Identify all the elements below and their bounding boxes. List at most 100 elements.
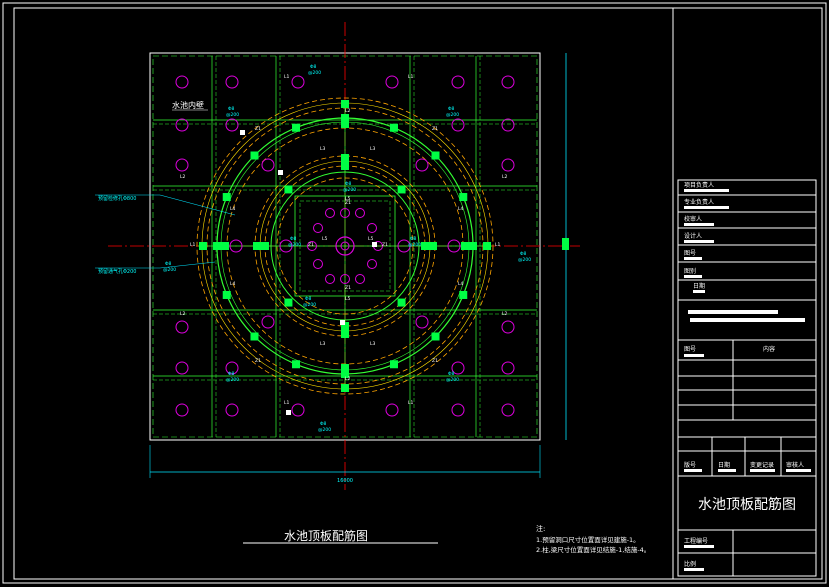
rebar-label: Φ8 <box>410 236 417 242</box>
beam-label: L1 <box>408 74 414 80</box>
inner-border <box>13 7 823 580</box>
tb-col-drawing-no: 图号 <box>684 346 696 353</box>
column <box>292 123 301 132</box>
hatch-square <box>240 130 245 135</box>
column <box>292 360 301 369</box>
tb-col-content: 内容 <box>763 345 775 353</box>
tb-rev-date: 日期 <box>718 461 730 469</box>
beam-label: L1 <box>408 400 414 406</box>
rebar-label: Φ8 <box>310 64 317 70</box>
tb-project-no: 工程编号 <box>684 537 708 545</box>
rebar-spacing: @200 <box>226 377 239 383</box>
hatch-square <box>286 410 291 415</box>
column-label: Z1 <box>255 126 261 132</box>
beam-label: L2 <box>502 311 508 317</box>
opening-circle-inner <box>367 223 377 233</box>
opening-circle <box>225 403 239 417</box>
column <box>341 162 349 170</box>
beam-label: L5 <box>368 236 374 242</box>
column <box>431 151 440 160</box>
tb-row-6: 日期 <box>693 282 705 290</box>
beam-label: L2 <box>180 311 186 317</box>
beam-label: L2 <box>502 174 508 180</box>
opening-circle <box>501 320 515 334</box>
beam-label: L5 <box>345 296 351 302</box>
opening-circle <box>261 158 275 172</box>
opening-circle <box>225 75 239 89</box>
column-label: Z1 <box>255 358 261 364</box>
tb-row-0: 项目负责人 <box>684 181 714 189</box>
column <box>421 242 429 250</box>
inner-wall-label: 水池内壁 <box>172 100 204 110</box>
rebar-label: Φ8 <box>228 371 235 377</box>
note-1: 1.预留洞口尺寸位置面详见建施-1。 <box>536 535 640 544</box>
tb-row-3: 设计人 <box>684 232 702 240</box>
beam-label: L4 <box>458 281 464 287</box>
column-axis <box>483 242 491 250</box>
column <box>250 332 259 341</box>
column <box>389 360 398 369</box>
opening-circle <box>385 403 399 417</box>
rebar-spacing: @200 <box>408 242 421 248</box>
opening-circle <box>501 361 515 375</box>
note-2: 2.柱,梁尺寸位置面详见结施-1,结施-4。 <box>536 545 650 554</box>
beam-label: L1 <box>495 242 501 248</box>
column-axis <box>461 242 469 250</box>
rebar-label: Φ8 <box>320 421 327 427</box>
rebar-spacing: @200 <box>226 112 239 118</box>
notes-heading: 注: <box>536 524 545 533</box>
rebar-label: Φ8 <box>448 106 455 112</box>
opening-circle <box>501 118 515 132</box>
opening-circle <box>451 118 465 132</box>
tb-row-4: 图号 <box>684 250 696 257</box>
tb-drawing-name: 水池顶板配筋图 <box>698 496 796 513</box>
drawing-title: 水池顶板配筋图 <box>284 528 368 543</box>
opening-circle <box>175 361 189 375</box>
tb-row-2: 校审人 <box>684 215 702 223</box>
opening-circle <box>451 403 465 417</box>
tb-rev-reviewer: 审核人 <box>786 461 804 469</box>
rebar-label: Φ8 <box>448 371 455 377</box>
title-block: 项目负责人 专业负责人 校审人 设计人 图号 图别 日期 图号 内容 版号 日期… <box>672 8 817 579</box>
beam-label: L4 <box>230 281 236 287</box>
beam-label: L3 <box>320 146 326 152</box>
column <box>222 290 231 299</box>
column <box>459 193 468 202</box>
opening-circle <box>291 75 305 89</box>
opening-circle <box>175 158 189 172</box>
column <box>459 290 468 299</box>
column <box>222 193 231 202</box>
beam-label: L3 <box>370 146 376 152</box>
rebar-spacing: @200 <box>318 427 331 433</box>
column <box>469 242 477 250</box>
opening-circle-inner <box>325 274 335 284</box>
opening-circle <box>501 403 515 417</box>
opening-circle-inner <box>313 223 323 233</box>
opening-circle <box>175 118 189 132</box>
dimension-right <box>562 53 569 440</box>
rebar-spacing: @200 <box>308 70 321 76</box>
column <box>431 332 440 341</box>
callout-vent: 预留通气孔Φ200 <box>98 268 136 275</box>
tb-row-5: 图别 <box>684 267 696 275</box>
beam-label: L5 <box>322 236 328 242</box>
column <box>284 185 293 194</box>
rebar-label: Φ8 <box>520 251 527 257</box>
column-axis <box>341 364 349 372</box>
column-axis <box>341 384 349 392</box>
column-label: Z1 <box>382 242 388 248</box>
opening-circle <box>415 315 429 329</box>
opening-circle <box>501 75 515 89</box>
column-axis <box>341 100 349 108</box>
column-label: Z1 <box>308 242 314 248</box>
plan-drawing: L1 L1L1 L1L2 L2L2 L2L3 L3L3 L3L4 L4L4 L4L5 L5L5L5… <box>95 22 580 490</box>
opening-circle-inner <box>355 208 365 218</box>
rebar-spacing: @200 <box>446 112 459 118</box>
rebar-spacing: @200 <box>343 187 356 193</box>
column <box>261 242 269 250</box>
opening-circle <box>291 403 305 417</box>
opening-circle <box>415 158 429 172</box>
beam-label: L4 <box>230 206 236 212</box>
column-axis <box>199 242 207 250</box>
opening-circle <box>385 75 399 89</box>
